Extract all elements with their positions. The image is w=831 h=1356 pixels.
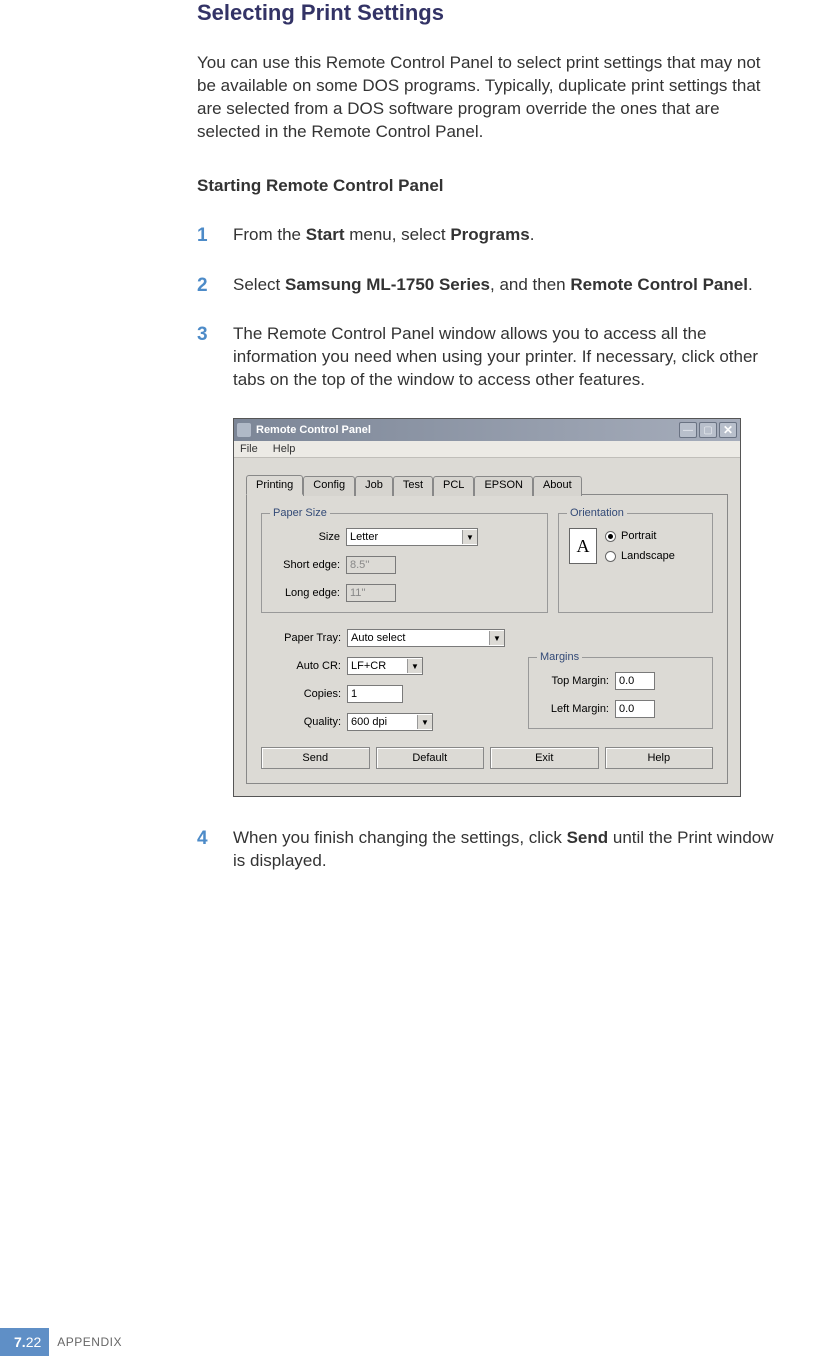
- page-footer: 7.22 APPENDIX: [0, 1328, 122, 1356]
- step-text: The Remote Control Panel window allows y…: [233, 323, 777, 392]
- left-margin-label: Left Margin:: [539, 703, 615, 715]
- paper-tray-select[interactable]: Auto select ▼: [347, 629, 505, 647]
- autocr-label: Auto CR:: [261, 660, 347, 672]
- menu-file[interactable]: File: [240, 443, 258, 455]
- intro-text: You can use this Remote Control Panel to…: [197, 52, 777, 144]
- landscape-radio[interactable]: Landscape: [605, 550, 675, 562]
- help-button[interactable]: Help: [605, 747, 714, 769]
- tab-config[interactable]: Config: [303, 476, 355, 496]
- step-3: 3 The Remote Control Panel window allows…: [197, 323, 777, 392]
- short-edge-label: Short edge:: [272, 559, 346, 571]
- radio-icon: [605, 551, 616, 562]
- orientation-preview-icon: A: [569, 528, 597, 564]
- window-title: Remote Control Panel: [256, 424, 679, 436]
- footer-label: APPENDIX: [57, 1335, 122, 1349]
- radio-icon: [605, 531, 616, 542]
- step-number: 3: [197, 323, 233, 392]
- tab-strip: Printing Config Job Test PCL EPSON About: [246, 474, 728, 495]
- top-margin-input[interactable]: 0.0: [615, 672, 655, 690]
- portrait-label: Portrait: [621, 530, 656, 542]
- orientation-legend: Orientation: [567, 507, 627, 519]
- maximize-button[interactable]: ▢: [699, 422, 717, 438]
- tab-job[interactable]: Job: [355, 476, 393, 496]
- autocr-select[interactable]: LF+CR ▼: [347, 657, 423, 675]
- copies-label: Copies:: [261, 688, 347, 700]
- step-number: 1: [197, 224, 233, 248]
- step-text: When you finish changing the settings, c…: [233, 827, 777, 873]
- step-2: 2 Select Samsung ML-1750 Series, and the…: [197, 274, 777, 298]
- top-margin-label: Top Margin:: [539, 675, 615, 687]
- chevron-down-icon: ▼: [489, 631, 504, 645]
- step-number: 2: [197, 274, 233, 298]
- tab-test[interactable]: Test: [393, 476, 433, 496]
- titlebar: Remote Control Panel — ▢ ✕: [234, 419, 740, 441]
- margins-group: Margins Top Margin: 0.0 Left Margin: 0.0: [528, 657, 713, 729]
- paper-size-legend: Paper Size: [270, 507, 330, 519]
- tab-printing[interactable]: Printing: [246, 475, 303, 495]
- step-text: Select Samsung ML-1750 Series, and then …: [233, 274, 753, 298]
- menubar: File Help: [234, 441, 740, 458]
- exit-button[interactable]: Exit: [490, 747, 599, 769]
- app-icon: [237, 423, 251, 437]
- section-heading: Starting Remote Control Panel: [197, 176, 777, 196]
- page-number-box: 7.22: [0, 1328, 49, 1356]
- send-button[interactable]: Send: [261, 747, 370, 769]
- copies-input[interactable]: 1: [347, 685, 403, 703]
- menu-help[interactable]: Help: [273, 443, 296, 455]
- step-4: 4 When you finish changing the settings,…: [197, 827, 777, 873]
- chevron-down-icon: ▼: [407, 659, 422, 673]
- orientation-group: Orientation A Portrait Landscape: [558, 513, 713, 613]
- default-button[interactable]: Default: [376, 747, 485, 769]
- margins-legend: Margins: [537, 651, 582, 663]
- long-edge-label: Long edge:: [272, 587, 346, 599]
- paper-size-group: Paper Size Size Letter ▼ Short edge: 8.5…: [261, 513, 548, 613]
- chapter-number: 7.: [14, 1334, 26, 1350]
- step-number: 4: [197, 827, 233, 873]
- paper-tray-label: Paper Tray:: [261, 632, 347, 644]
- long-edge-input: 11'': [346, 584, 396, 602]
- step-1: 1 From the Start menu, select Programs.: [197, 224, 777, 248]
- size-select[interactable]: Letter ▼: [346, 528, 478, 546]
- remote-control-panel-dialog: Remote Control Panel — ▢ ✕ File Help Pri…: [233, 418, 741, 797]
- page-number: 22: [26, 1334, 42, 1350]
- size-label: Size: [272, 531, 346, 543]
- quality-select[interactable]: 600 dpi ▼: [347, 713, 433, 731]
- tab-about[interactable]: About: [533, 476, 582, 496]
- chevron-down-icon: ▼: [462, 530, 477, 544]
- minimize-button[interactable]: —: [679, 422, 697, 438]
- page-title: Selecting Print Settings: [197, 0, 777, 26]
- left-margin-input[interactable]: 0.0: [615, 700, 655, 718]
- chevron-down-icon: ▼: [417, 715, 432, 729]
- portrait-radio[interactable]: Portrait: [605, 530, 675, 542]
- tab-panel-printing: Paper Size Size Letter ▼ Short edge: 8.5…: [246, 495, 728, 784]
- quality-label: Quality:: [261, 716, 347, 728]
- step-text: From the Start menu, select Programs.: [233, 224, 534, 248]
- short-edge-input: 8.5'': [346, 556, 396, 574]
- landscape-label: Landscape: [621, 550, 675, 562]
- close-button[interactable]: ✕: [719, 422, 737, 438]
- tab-epson[interactable]: EPSON: [474, 476, 533, 496]
- tab-pcl[interactable]: PCL: [433, 476, 474, 496]
